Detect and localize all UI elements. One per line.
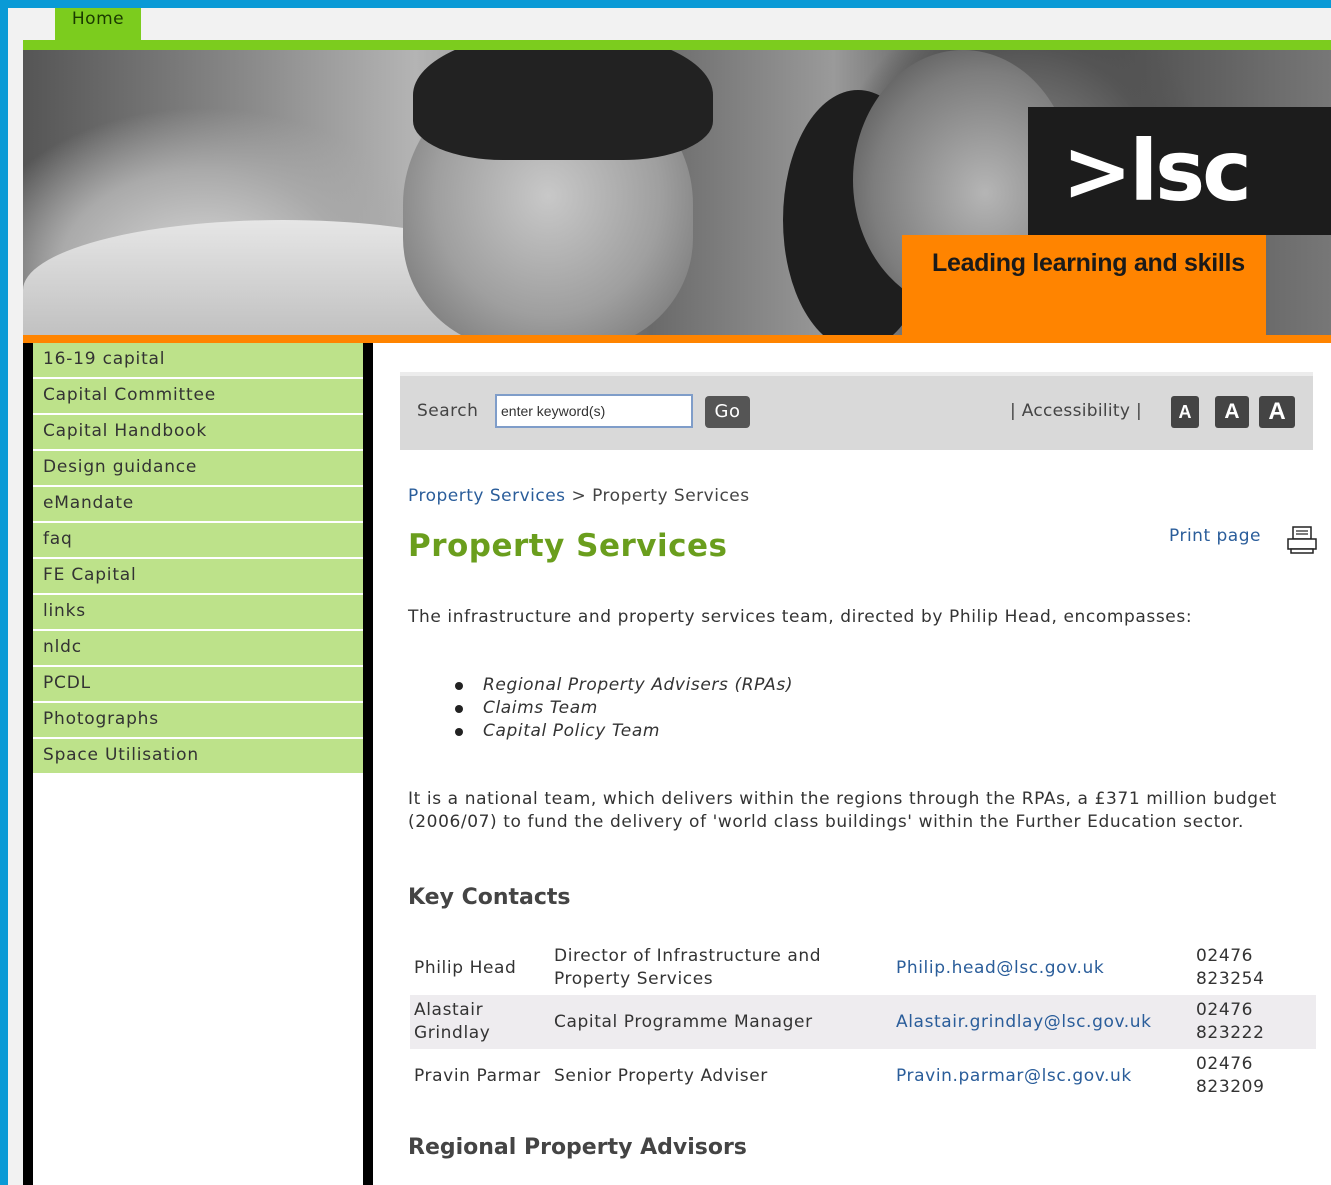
search-label: Search	[417, 401, 479, 421]
contact-name: Pravin Parmar	[414, 1065, 541, 1086]
contact-role: Director of Infrastructure and Property …	[554, 946, 822, 989]
sidebar-item-capital-handbook[interactable]: Capital Handbook	[33, 415, 363, 451]
list-item: Capital Policy Team	[453, 720, 793, 743]
sidebar-item-capital-committee[interactable]: Capital Committee	[33, 379, 363, 415]
breadcrumb-separator: >	[571, 486, 587, 506]
contact-role: Senior Property Adviser	[554, 1065, 768, 1086]
banner-photo-hair	[413, 50, 713, 160]
list-item: Claims Team	[453, 697, 793, 720]
sidebar-item-faq[interactable]: faq	[33, 523, 363, 559]
accessibility-link[interactable]: | Accessibility |	[1010, 401, 1142, 421]
sidebar-item-design-guidance[interactable]: Design guidance	[33, 451, 363, 487]
contact-phone: 02476 823254	[1196, 946, 1265, 989]
sidebar-nav: 16-19 capital Capital Committee Capital …	[33, 343, 363, 775]
table-row: Pravin Parmar Senior Property Adviser Pr…	[410, 1049, 1316, 1103]
print-page-link[interactable]: Print page	[1169, 526, 1261, 546]
page: Home >lsc Leading learning and skills 16…	[8, 8, 1331, 1185]
top-green-bar	[23, 40, 1331, 50]
team-list: Regional Property Advisers (RPAs) Claims…	[453, 674, 793, 743]
home-tab[interactable]: Home	[55, 8, 141, 42]
sidebar-item-16-19-capital[interactable]: 16-19 capital	[33, 343, 363, 379]
sidebar-right-border	[363, 343, 373, 1185]
contact-email-link[interactable]: Alastair.grindlay@lsc.gov.uk	[892, 995, 1192, 1049]
header-banner: >lsc Leading learning and skills	[23, 50, 1331, 335]
search-bar: Search Go | Accessibility | A A A	[400, 372, 1313, 450]
list-item: Regional Property Advisers (RPAs)	[453, 674, 793, 697]
sidebar-item-photographs[interactable]: Photographs	[33, 703, 363, 739]
tagline: Leading learning and skills	[902, 235, 1266, 335]
contact-email-link[interactable]: Philip.head@lsc.gov.uk	[892, 941, 1192, 995]
body-paragraph: It is a national team, which delivers wi…	[408, 789, 1277, 832]
regional-advisors-heading: Regional Property Advisors	[408, 1135, 747, 1160]
contact-phone: 02476 823209	[1196, 1054, 1265, 1097]
printer-icon[interactable]	[1286, 525, 1318, 555]
key-contacts-heading: Key Contacts	[408, 885, 571, 910]
main-content: Search Go | Accessibility | A A A Proper…	[373, 343, 1331, 1185]
font-size-small-button[interactable]: A	[1171, 396, 1199, 428]
sidebar-item-fe-capital[interactable]: FE Capital	[33, 559, 363, 595]
intro-text: The infrastructure and property services…	[408, 607, 1193, 627]
contact-email-link[interactable]: Pravin.parmar@lsc.gov.uk	[892, 1049, 1192, 1103]
sidebar-left-border	[23, 343, 33, 1185]
breadcrumb-link[interactable]: Property Services	[408, 486, 566, 506]
contact-name: Alastair Grindlay	[410, 995, 550, 1049]
orange-divider-bar	[23, 335, 1331, 343]
page-title: Property Services	[408, 528, 728, 564]
search-input[interactable]	[495, 394, 693, 428]
sidebar-item-nldc[interactable]: nldc	[33, 631, 363, 667]
sidebar-item-links[interactable]: links	[33, 595, 363, 631]
contact-role: Capital Programme Manager	[550, 995, 892, 1049]
font-size-large-button[interactable]: A	[1259, 396, 1295, 428]
sidebar-item-space-utilisation[interactable]: Space Utilisation	[33, 739, 363, 775]
contacts-table: Philip Head Director of Infrastructure a…	[410, 941, 1316, 1103]
table-row: Philip Head Director of Infrastructure a…	[410, 941, 1316, 995]
lsc-logo[interactable]: >lsc	[1028, 107, 1331, 235]
contact-phone: 02476 823222	[1192, 995, 1316, 1049]
sidebar-item-pcdl[interactable]: PCDL	[33, 667, 363, 703]
breadcrumb: Property Services > Property Services	[408, 486, 750, 506]
breadcrumb-current: Property Services	[592, 486, 750, 506]
contact-name: Philip Head	[414, 957, 517, 978]
go-button[interactable]: Go	[705, 396, 750, 428]
font-size-medium-button[interactable]: A	[1215, 396, 1249, 428]
sidebar-item-emandate[interactable]: eMandate	[33, 487, 363, 523]
table-row: Alastair Grindlay Capital Programme Mana…	[410, 995, 1316, 1049]
